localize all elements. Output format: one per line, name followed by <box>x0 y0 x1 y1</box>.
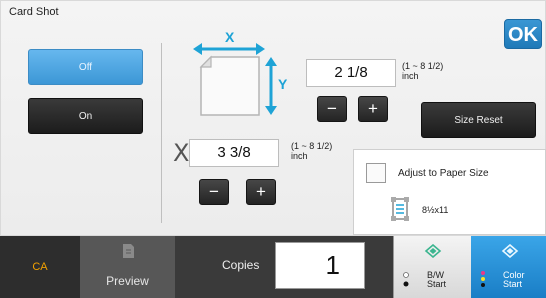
adjust-to-paper-checkbox[interactable] <box>366 163 386 183</box>
preview-button[interactable]: Preview <box>80 236 175 298</box>
preview-icon <box>123 244 134 258</box>
size-reset-button[interactable]: Size Reset <box>421 102 536 138</box>
bw-start-label: B/W Start <box>427 271 446 289</box>
ca-button[interactable]: CA <box>0 236 80 298</box>
x-axis-label: X <box>173 139 190 167</box>
card-shot-panel: Card Shot OK Off On X Y 2 1/8 (1 ~ 8 1/2… <box>0 0 546 236</box>
y-arrow-icon: Y <box>265 57 287 115</box>
bw-dots-icon <box>403 272 409 287</box>
x-value-field[interactable]: 3 3/8 <box>189 139 279 167</box>
y-range: (1 ~ 8 1/2) <box>402 61 444 71</box>
color-start-label: Color Start <box>503 271 525 289</box>
card-figure-icon: X Y <box>193 29 287 116</box>
x-range: (1 ~ 8 1/2) <box>291 141 333 151</box>
x-unit: inch <box>291 151 308 161</box>
color-line2: Start <box>503 279 523 289</box>
color-start-button[interactable]: Color Start <box>471 236 546 298</box>
adjust-panel: Adjust to Paper Size 8½x11 <box>353 149 546 235</box>
copies-field[interactable]: 1 <box>275 242 365 289</box>
y-value-field[interactable]: 2 1/8 <box>306 59 396 87</box>
bw-start-button[interactable]: B/W Start <box>393 236 471 298</box>
figure-y-label: Y <box>278 76 287 92</box>
start-diamond-icon <box>424 244 442 258</box>
y-plus-button[interactable]: + <box>358 96 388 122</box>
x-minus-button[interactable]: − <box>199 179 229 205</box>
off-button[interactable]: Off <box>28 49 143 85</box>
bw-line2: Start <box>427 279 447 289</box>
x-arrow-icon: X <box>193 29 265 55</box>
color-dots-icon <box>481 271 485 287</box>
y-unit: inch <box>402 71 419 81</box>
on-button[interactable]: On <box>28 98 143 134</box>
y-range-text: (1 ~ 8 1/2) inch <box>402 61 443 81</box>
divider <box>161 43 162 223</box>
start-diamond-icon <box>501 244 519 258</box>
ok-button[interactable]: OK <box>504 19 542 49</box>
copies-area: Copies 1 <box>175 236 393 298</box>
bottom-bar: CA Preview Copies 1 B/W Start Color Star… <box>0 236 546 298</box>
adjust-label: Adjust to Paper Size <box>398 168 489 179</box>
x-plus-button[interactable]: + <box>246 179 276 205</box>
page-title: Card Shot <box>9 6 59 18</box>
figure-x-label: X <box>225 29 235 45</box>
paper-size-label: 8½x11 <box>422 205 449 215</box>
paper-size-icon <box>391 197 409 221</box>
y-minus-button[interactable]: − <box>317 96 347 122</box>
copies-label: Copies <box>222 258 260 272</box>
x-range-text: (1 ~ 8 1/2) inch <box>291 141 332 161</box>
preview-label: Preview <box>106 274 149 288</box>
